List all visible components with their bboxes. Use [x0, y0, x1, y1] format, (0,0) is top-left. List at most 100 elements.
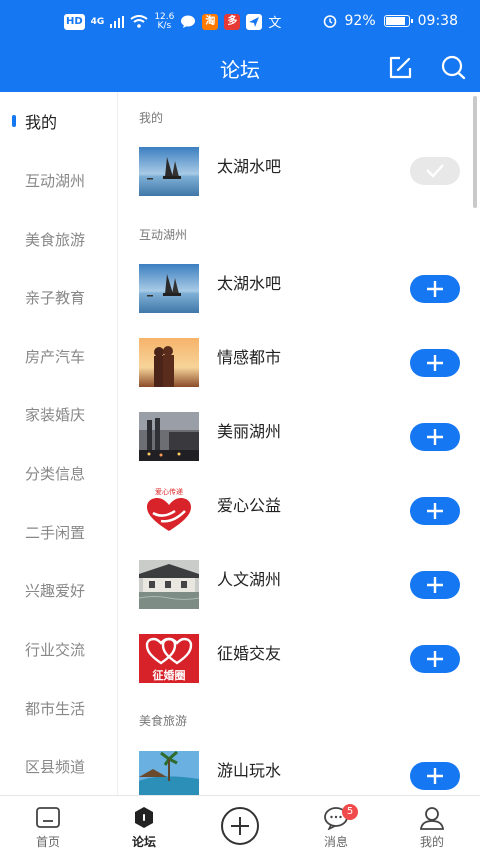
plus-icon [427, 503, 443, 519]
list-item[interactable]: 征婚圈 征婚交友 [118, 634, 480, 696]
search-button[interactable] [439, 54, 467, 82]
sidebar-item-home-wedding[interactable]: 家装婚庆 [0, 385, 118, 443]
forum-thumbnail-couple [139, 338, 199, 387]
sidebar-item-label: 我的 [25, 113, 58, 132]
sidebar-item-classifieds[interactable]: 分类信息 [0, 444, 118, 502]
sidebar-item-mine[interactable]: 我的 [0, 92, 118, 150]
forum-thumbnail-old-town [139, 560, 199, 609]
sidebar-item-second-hand[interactable]: 二手闲置 [0, 503, 118, 561]
join-button[interactable] [410, 571, 460, 599]
forum-title: 美丽湖州 [217, 422, 282, 441]
net-speed-unit: K/s [157, 20, 172, 31]
double-heart-icon [145, 637, 193, 665]
sidebar-item-industry[interactable]: 行业交流 [0, 620, 118, 678]
join-button[interactable] [410, 423, 460, 451]
plus-icon [427, 651, 443, 667]
hd-badge: HD [64, 13, 85, 30]
sidebar-item-property-auto[interactable]: 房产汽车 [0, 327, 118, 385]
section-header: 我的 [139, 111, 164, 125]
forum-title: 太湖水吧 [217, 157, 282, 176]
clock: 09:38 [417, 13, 458, 29]
sidebar-item-parenting[interactable]: 亲子教育 [0, 268, 118, 326]
chat-bubble-icon [181, 15, 196, 28]
forum-title: 爱心公益 [217, 496, 282, 515]
joined-button[interactable] [410, 157, 460, 185]
forum-title: 太湖水吧 [217, 274, 282, 293]
nav-label: 首页 [35, 835, 60, 849]
profile-icon [419, 807, 445, 830]
forum-thumbnail-lake [139, 264, 199, 313]
battery-percent: 92% [344, 13, 376, 29]
plus-icon [427, 768, 443, 784]
send-app-icon [246, 13, 263, 30]
sidebar-item-label: 亲子教育 [25, 288, 86, 307]
forum-thumbnail-city-night [139, 412, 199, 461]
battery-fill [385, 17, 405, 25]
forum-title: 情感都市 [217, 348, 282, 367]
list-item[interactable]: 美丽湖州 [118, 412, 480, 474]
join-button[interactable] [410, 645, 460, 673]
sidebar-item-label: 家装婚庆 [25, 405, 86, 424]
charity-logo-text: 爱心传递 [155, 488, 183, 496]
add-circle-icon [221, 807, 259, 845]
alarm-icon [323, 15, 336, 28]
forum-thumbnail-charity: 爱心传递 [139, 486, 199, 535]
join-button[interactable] [410, 349, 460, 377]
sidebar-item-label: 行业交流 [25, 640, 86, 659]
network-badge: 4G [90, 16, 105, 27]
sidebar-item-districts[interactable]: 区县频道 [0, 737, 118, 795]
section-header: 美食旅游 [139, 714, 188, 728]
sidebar-item-label: 兴趣爱好 [25, 581, 86, 600]
sidebar-item-hobbies[interactable]: 兴趣爱好 [0, 561, 118, 619]
nav-home[interactable]: 首页 [0, 796, 96, 853]
sidebar-item-label: 互动湖州 [25, 171, 86, 190]
join-button[interactable] [410, 275, 460, 303]
category-sidebar: 我的 互动湖州 美食旅游 亲子教育 房产汽车 家装婚庆 分类信息 二手闲置 兴趣… [0, 92, 118, 795]
list-item[interactable]: 太湖水吧 [118, 264, 480, 326]
app-header: 论坛 [0, 46, 480, 92]
sidebar-item-label: 二手闲置 [25, 523, 86, 542]
nav-post[interactable] [192, 796, 288, 853]
wifi-icon [130, 15, 148, 28]
list-item[interactable]: 情感都市 [118, 338, 480, 400]
forum-thumbnail-marriage: 征婚圈 [139, 634, 199, 683]
heart-logo-icon [147, 498, 191, 531]
forum-thumbnail-resort [139, 751, 199, 795]
translate-app-icon: 文 [268, 16, 282, 31]
signal-icon [110, 15, 125, 28]
list-item[interactable]: 人文湖州 [118, 560, 480, 622]
nav-label: 消息 [323, 835, 348, 849]
forum-title: 征婚交友 [217, 644, 282, 663]
section-header: 互动湖州 [139, 228, 188, 242]
forum-title: 游山玩水 [217, 761, 282, 780]
plus-icon [427, 429, 443, 445]
taobao-app-icon: 淘 [202, 13, 219, 30]
join-button[interactable] [410, 762, 460, 790]
sidebar-item-label: 都市生活 [25, 699, 86, 718]
plus-icon [427, 355, 443, 371]
sidebar-item-label: 房产汽车 [25, 347, 86, 366]
sidebar-item-label: 区县频道 [25, 757, 86, 776]
status-bar: HD 4G 12.6 K/s 淘 多 文 92% 09:38 [0, 0, 480, 46]
list-item[interactable]: 爱心传递 爱心公益 [118, 486, 480, 548]
pinduoduo-app-icon: 多 [224, 13, 241, 30]
battery-icon [383, 15, 413, 27]
active-indicator [12, 115, 16, 127]
home-icon [36, 807, 60, 828]
join-button[interactable] [410, 497, 460, 525]
sidebar-item-food-travel[interactable]: 美食旅游 [0, 210, 118, 268]
bottom-nav: 首页 论坛 5 消息 我的 [0, 795, 480, 853]
search-icon [441, 55, 466, 80]
forum-icon [135, 807, 153, 828]
sidebar-item-city-life[interactable]: 都市生活 [0, 679, 118, 737]
unread-badge: 5 [342, 804, 358, 820]
forum-list: 我的 太湖水吧 互动湖州 太湖水吧 情感都市 美丽湖州 爱心传递 爱心公益 人文… [118, 92, 480, 795]
sidebar-item-interactive-huzhou[interactable]: 互动湖州 [0, 151, 118, 209]
nav-messages[interactable]: 5 消息 [288, 796, 384, 853]
nav-profile[interactable]: 我的 [384, 796, 480, 853]
list-item[interactable]: 太湖水吧 [118, 147, 480, 209]
list-item[interactable]: 游山玩水 [118, 751, 480, 795]
scrollbar[interactable] [473, 96, 477, 208]
compose-button[interactable] [386, 54, 414, 82]
nav-forum[interactable]: 论坛 [96, 796, 192, 853]
